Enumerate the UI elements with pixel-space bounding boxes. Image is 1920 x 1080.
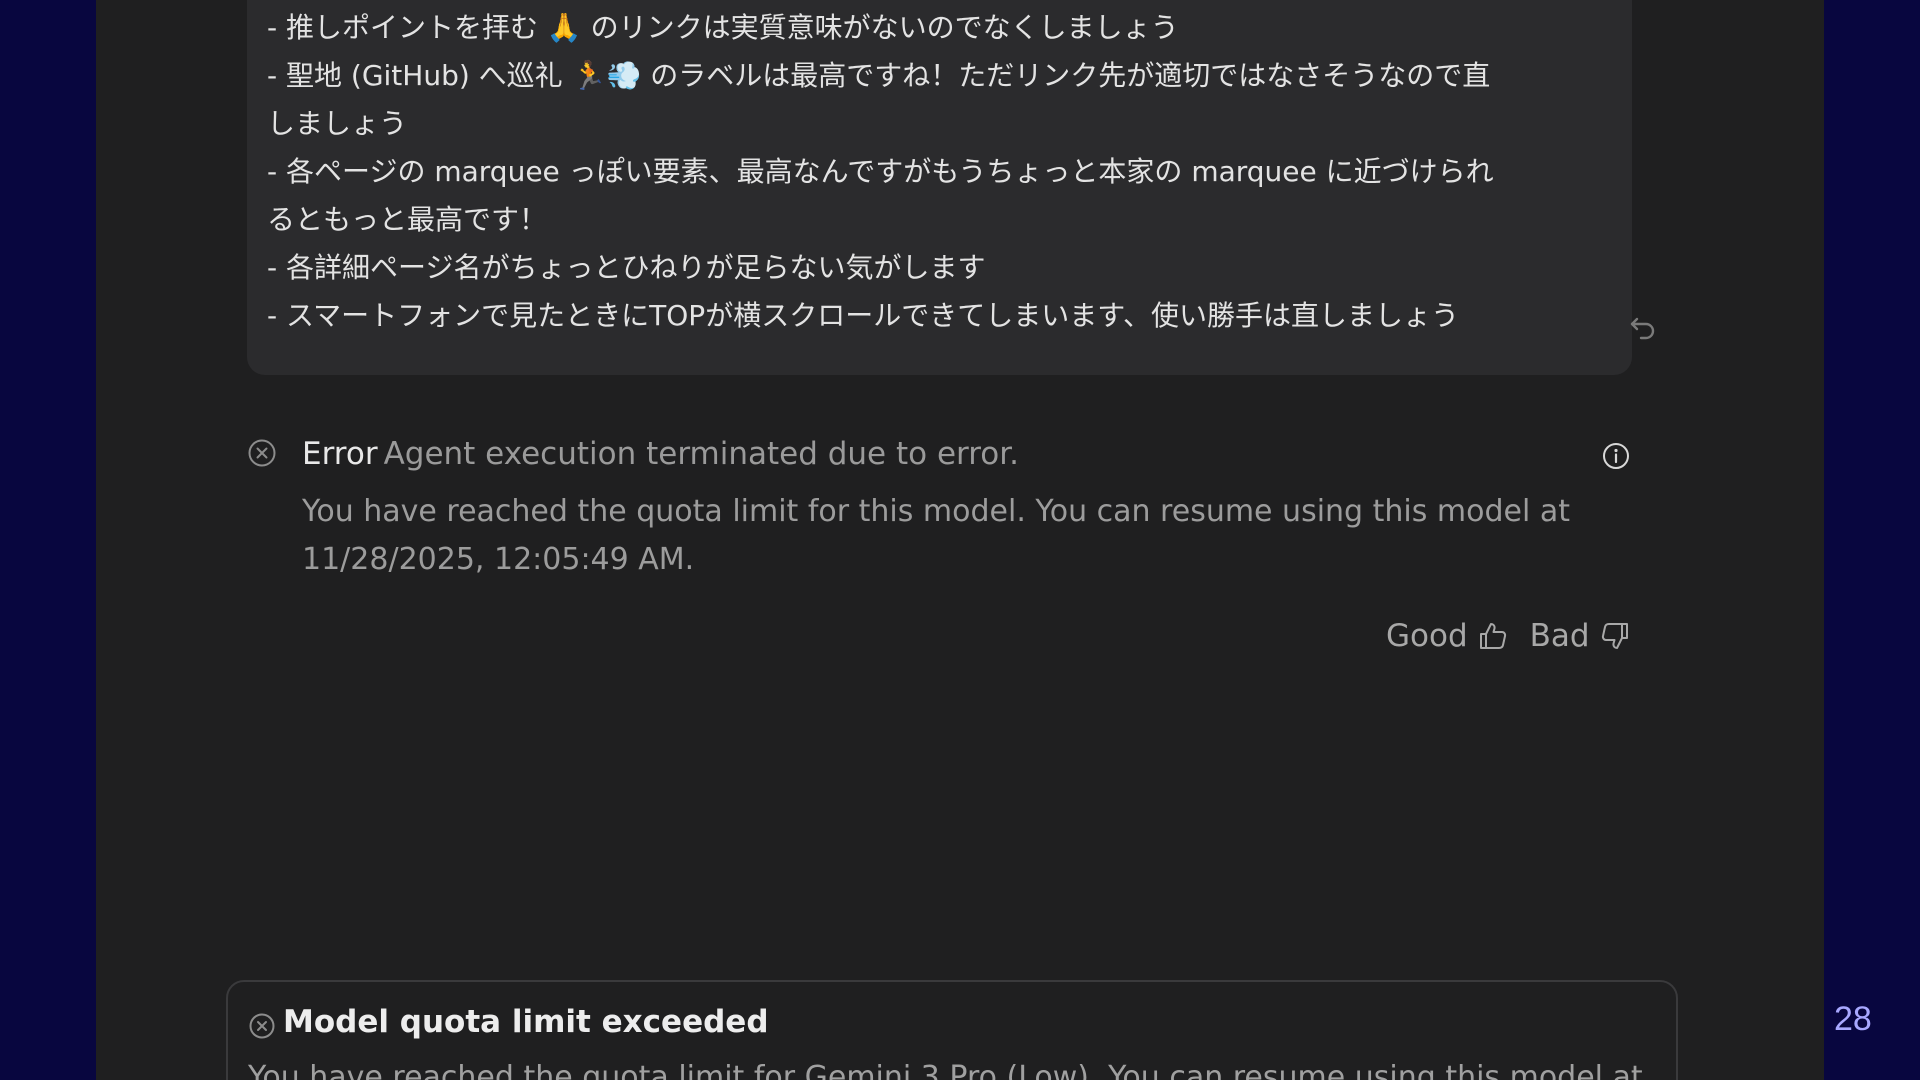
error-circle-x-icon: [248, 439, 276, 467]
error-message: You have reached the quota limit for thi…: [302, 494, 1570, 577]
undo-icon[interactable]: [1627, 311, 1659, 343]
user-message-line: るともっと最高です！: [267, 203, 548, 236]
user-message-line: - 聖地 (GitHub) へ巡礼 🏃💨 のラベルは最高ですね！ただリンク先が適…: [267, 59, 1491, 92]
chat-panel: - 推しポイントを拝む 🙏 のリンクは実質意味がないのでなくしましょう - 聖地…: [96, 0, 1824, 1080]
thumbs-down-icon: [1601, 623, 1628, 649]
feedback-bar: Good Bad: [1376, 612, 1632, 660]
good-label: Good: [1386, 618, 1468, 654]
error-circle-x-icon: [249, 1013, 275, 1039]
error-heading: Error Agent execution terminated due to e…: [302, 432, 1019, 476]
user-message-line: - スマートフォンで見たときにTOPが横スクロールできてしまいます、使い勝手は直…: [267, 299, 1459, 332]
error-title: Error: [302, 436, 378, 472]
user-message-line: - 各ページの marquee っぽい要素、最高なんですがもうちょっと本家の m…: [267, 155, 1494, 188]
bad-button[interactable]: Bad: [1530, 618, 1632, 654]
quota-message: You have reached the quota limit for Gem…: [248, 1060, 1643, 1080]
error-subtitle: Agent execution terminated due to error.: [383, 436, 1020, 472]
quota-limit-card: Model quota limit exceeded You have reac…: [226, 980, 1678, 1080]
good-button[interactable]: Good: [1386, 618, 1510, 654]
user-message-line: しましょう: [267, 107, 408, 140]
user-message-line: - 各詳細ページ名がちょっとひねりが足らない気がします: [267, 251, 986, 284]
quota-title: Model quota limit exceeded: [283, 1004, 769, 1040]
bad-label: Bad: [1529, 618, 1590, 654]
user-message-line: - 推しポイントを拝む 🙏 のリンクは実質意味がないのでなくしましょう: [267, 11, 1179, 44]
user-message-bubble: - 推しポイントを拝む 🙏 のリンクは実質意味がないのでなくしましょう - 聖地…: [247, 0, 1655, 375]
info-icon[interactable]: [1601, 441, 1631, 471]
user-message-text: - 推しポイントを拝む 🙏 のリンクは実質意味がないのでなくしましょう - 聖地…: [267, 4, 1567, 340]
thumbs-up-icon: [1479, 623, 1506, 649]
page-number: 28: [1834, 1000, 1872, 1038]
